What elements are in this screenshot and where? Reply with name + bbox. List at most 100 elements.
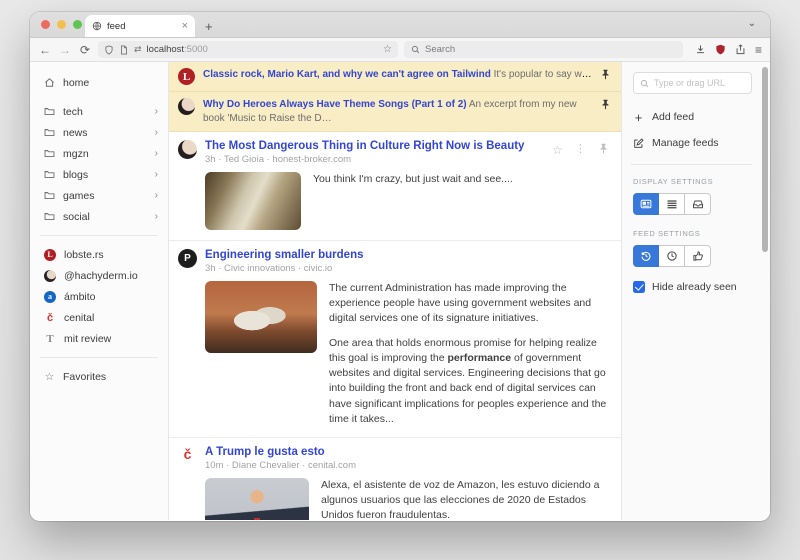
sort-history-button[interactable]	[633, 245, 659, 267]
page-scrollbar[interactable]	[761, 62, 768, 520]
article-thumbnail[interactable]	[205, 478, 309, 520]
view-list-button[interactable]	[659, 193, 685, 215]
divider	[631, 164, 752, 165]
feed-article[interactable]: č A Trump le gusta esto 10m · Diane Chev…	[169, 438, 621, 520]
sidebar-item-home[interactable]: home	[44, 74, 158, 91]
tab-feed[interactable]: feed ×	[85, 15, 195, 37]
thumbs-up-icon	[692, 250, 704, 262]
browser-search-bar[interactable]: Search	[404, 41, 683, 58]
sidebar-folder-social[interactable]: social ›	[44, 208, 158, 225]
sidebar-feed-mit-review[interactable]: T mit review	[44, 330, 158, 347]
article-title[interactable]: A Trump le gusta esto	[205, 446, 609, 458]
add-feed-button[interactable]: + Add feed	[633, 108, 752, 126]
article-excerpt: One area that holds enormous promise for…	[329, 336, 609, 427]
clock-icon	[666, 250, 678, 262]
url-bar[interactable]: ⇄ localhost:5000 ☆	[98, 41, 398, 58]
sort-time-button[interactable]	[659, 245, 685, 267]
mit-review-icon: T	[44, 333, 56, 345]
sidebar-feed-ambito[interactable]: a ámbito	[44, 288, 158, 305]
sort-liked-button[interactable]	[685, 245, 711, 267]
bookmark-star-icon[interactable]: ☆	[383, 44, 392, 55]
article-actions: ☆ ⋮	[552, 142, 609, 155]
hide-seen-setting[interactable]: Hide already seen	[633, 281, 752, 293]
tray-icon	[692, 198, 704, 210]
chevron-right-icon: ›	[155, 106, 158, 117]
menu-icon[interactable]: ≡	[755, 43, 762, 57]
article-meta: 3h · Civic innovations · civic.io	[205, 263, 609, 274]
list-view-icon	[666, 198, 678, 210]
sidebar-item-label: home	[63, 77, 89, 89]
article-meta: 10m · Diane Chevalier · cenital.com	[205, 460, 609, 471]
search-icon	[411, 45, 420, 54]
reload-button[interactable]: ⟳	[78, 43, 92, 57]
avatar-icon	[44, 270, 56, 282]
chevron-right-icon: ›	[155, 190, 158, 201]
view-cards-button[interactable]	[633, 193, 659, 215]
feed-settings-group	[633, 245, 752, 267]
back-button[interactable]: ←	[38, 43, 52, 57]
pinned-title[interactable]: Why Do Heroes Always Have Theme Songs (P…	[203, 99, 467, 110]
pin-icon[interactable]	[600, 69, 611, 80]
reader-toggle-icon[interactable]: ⇄	[134, 44, 142, 55]
sidebar-feed-hachyderm[interactable]: @hachyderm.io	[44, 267, 158, 284]
shield-icon[interactable]	[104, 45, 114, 55]
tab-list-chevron-icon[interactable]: ⌄	[748, 18, 756, 29]
new-tab-button[interactable]: +	[205, 19, 213, 37]
star-icon: ☆	[44, 371, 55, 383]
scrollbar-thumb[interactable]	[762, 67, 768, 252]
pin-icon[interactable]	[600, 99, 611, 110]
search-placeholder: Search	[425, 44, 455, 55]
article-title[interactable]: Engineering smaller burdens	[205, 249, 609, 261]
downloads-icon[interactable]	[695, 44, 706, 55]
sidebar-item-favorites[interactable]: ☆ Favorites	[44, 368, 158, 385]
view-compact-button[interactable]	[685, 193, 711, 215]
sidebar-folder-blogs[interactable]: blogs ›	[44, 166, 158, 183]
add-feed-url-field[interactable]	[633, 72, 752, 94]
manage-feeds-button[interactable]: Manage feeds	[633, 134, 752, 152]
share-icon[interactable]	[735, 44, 746, 55]
avatar-icon	[178, 140, 197, 159]
article-thumbnail[interactable]	[205, 281, 317, 353]
feed-article[interactable]: P Engineering smaller burdens 3h · Civic…	[169, 241, 621, 438]
pinned-item[interactable]: Why Do Heroes Always Have Theme Songs (P…	[169, 92, 621, 132]
article-thumbnail[interactable]	[205, 172, 301, 230]
chevron-right-icon: ›	[155, 127, 158, 138]
chevron-right-icon: ›	[155, 169, 158, 180]
feed-article[interactable]: The Most Dangerous Thing in Culture Righ…	[169, 132, 621, 241]
sidebar-folder-tech[interactable]: tech ›	[44, 103, 158, 120]
lobsters-icon: L	[178, 68, 195, 85]
sidebar-folder-mgzn[interactable]: mgzn ›	[44, 145, 158, 162]
article-meta: 3h · Ted Gioia · honest-broker.com	[205, 154, 552, 165]
hide-seen-checkbox[interactable]	[633, 281, 645, 293]
edit-icon	[633, 138, 644, 149]
article-excerpt: You think I'm crazy, but just wait and s…	[313, 172, 609, 187]
kebab-menu-icon[interactable]: ⋮	[575, 142, 586, 155]
pin-icon[interactable]	[598, 143, 609, 154]
favorite-star-icon[interactable]: ☆	[552, 143, 563, 154]
folder-icon	[44, 211, 55, 222]
minimize-window-button[interactable]	[57, 20, 66, 29]
folder-icon	[44, 169, 55, 180]
window-controls[interactable]	[41, 20, 82, 29]
search-icon	[640, 79, 649, 88]
folder-icon	[44, 127, 55, 138]
sidebar-feed-lobsters[interactable]: L lobste.rs	[44, 246, 158, 263]
page-info-icon[interactable]	[119, 45, 129, 55]
forward-button[interactable]: →	[58, 43, 72, 57]
tab-close-icon[interactable]: ×	[182, 20, 188, 32]
sidebar-feed-cenital[interactable]: č cenital	[44, 309, 158, 326]
page-content: home tech › news › mgzn ›	[30, 62, 770, 520]
close-window-button[interactable]	[41, 20, 50, 29]
folder-icon	[44, 148, 55, 159]
adblock-shield-icon[interactable]	[715, 44, 726, 55]
zoom-window-button[interactable]	[73, 20, 82, 29]
pinned-title[interactable]: Classic rock, Mario Kart, and why we can…	[203, 69, 491, 80]
toolbar-actions: ≡	[695, 43, 762, 57]
article-title[interactable]: The Most Dangerous Thing in Culture Righ…	[205, 140, 552, 152]
sidebar-folder-news[interactable]: news ›	[44, 124, 158, 141]
sidebar-folder-games[interactable]: games ›	[44, 187, 158, 204]
pinned-item[interactable]: L Classic rock, Mario Kart, and why we c…	[169, 62, 621, 92]
url-text[interactable]: localhost:5000	[147, 44, 378, 55]
feed-url-input[interactable]	[654, 78, 745, 88]
right-panel: + Add feed Manage feeds DISPLAY SETTINGS	[621, 62, 770, 520]
